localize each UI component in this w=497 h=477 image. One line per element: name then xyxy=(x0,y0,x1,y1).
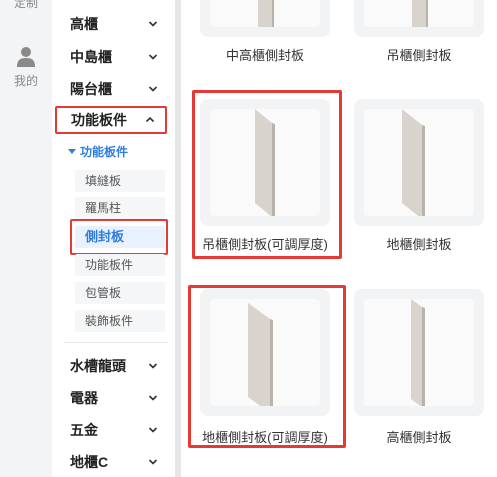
chevron-down-icon xyxy=(148,54,158,60)
product-name: 中高櫃側封板 xyxy=(225,48,304,63)
product-thumbnail xyxy=(354,99,484,226)
subitem-side-panel[interactable]: 側封板 xyxy=(75,226,165,248)
product-thumbnail xyxy=(200,289,330,416)
chevron-down-icon xyxy=(148,427,158,433)
rail-top-label[interactable]: 定制 xyxy=(0,0,52,10)
side-panel-image xyxy=(255,109,275,218)
rail-item-mine-label: 我的 xyxy=(13,74,38,88)
category-label: 水槽龍頭 xyxy=(70,358,126,374)
subitem-decor-panel[interactable]: 裝飾板件 xyxy=(75,310,165,332)
subitem-roman-column[interactable]: 羅馬柱 xyxy=(75,197,165,219)
category-high-cabinet[interactable]: 高櫃 xyxy=(56,10,168,38)
subitem-function-panel[interactable]: 功能板件 xyxy=(75,254,165,276)
subcategory-header[interactable]: 功能板件 xyxy=(68,143,128,160)
category-label: 中島櫃 xyxy=(70,49,112,65)
product-thumbnail xyxy=(354,0,484,39)
chevron-down-icon xyxy=(148,363,158,369)
product-name: 地櫃側封板(可調厚度) xyxy=(202,430,328,445)
product-thumbnail xyxy=(200,99,330,226)
rail-item-mine[interactable]: 我的 xyxy=(0,44,52,94)
product-thumbnail xyxy=(354,289,484,416)
side-panel-image xyxy=(402,109,425,220)
chevron-down-icon xyxy=(148,21,158,27)
category-hardware[interactable]: 五金 xyxy=(56,416,168,444)
side-panel-image xyxy=(248,303,273,414)
side-panel-image xyxy=(258,0,274,39)
side-panel-image xyxy=(411,299,425,408)
category-balcony-cabinet[interactable]: 陽台櫃 xyxy=(56,75,168,103)
category-function-panels[interactable]: 功能板件 xyxy=(55,106,167,134)
chevron-down-icon xyxy=(148,459,158,465)
category-label: 功能板件 xyxy=(71,112,127,128)
category-base-cabinet-c[interactable]: 地櫃C xyxy=(56,448,168,476)
product-name: 吊櫃側封板(可調厚度) xyxy=(202,237,328,252)
category-label: 陽台櫃 xyxy=(70,81,112,97)
product-name: 高櫃側封板 xyxy=(386,430,452,445)
subcategory-header-label: 功能板件 xyxy=(80,145,129,159)
left-rail: 定制 我的 xyxy=(0,0,52,477)
category-label: 地櫃C xyxy=(70,454,109,470)
chevron-up-icon xyxy=(145,116,155,123)
category-appliances[interactable]: 電器 xyxy=(56,384,168,412)
chevron-down-icon xyxy=(148,86,158,92)
chevron-down-icon xyxy=(148,395,158,401)
subitem-filler-panel[interactable]: 填縫板 xyxy=(75,170,165,192)
divider xyxy=(64,342,168,343)
scrollbar-track[interactable] xyxy=(492,0,497,477)
subitem-pipe-cover[interactable]: 包管板 xyxy=(75,282,165,304)
category-island-cabinet[interactable]: 中島櫃 xyxy=(56,43,168,71)
side-panel-image xyxy=(412,0,428,39)
category-sink-faucet[interactable]: 水槽龍頭 xyxy=(56,352,168,380)
product-name: 地櫃側封板 xyxy=(386,237,452,252)
category-label: 五金 xyxy=(70,422,98,438)
product-thumbnail xyxy=(200,0,330,39)
product-grid: 中高櫃側封板 吊櫃側封板 吊櫃側封板(可調厚度) 地櫃側封板 地櫃側封板(可調厚… xyxy=(181,0,497,477)
category-label: 高櫃 xyxy=(70,16,98,32)
product-name: 吊櫃側封板 xyxy=(386,48,452,63)
user-icon xyxy=(17,47,35,67)
category-label: 電器 xyxy=(70,390,98,406)
caret-down-icon xyxy=(68,149,76,154)
category-panel: 高櫃 中島櫃 陽台櫃 功能板件 功能板件 填縫板 羅馬柱 側封板 功能板件 包管… xyxy=(52,0,175,477)
